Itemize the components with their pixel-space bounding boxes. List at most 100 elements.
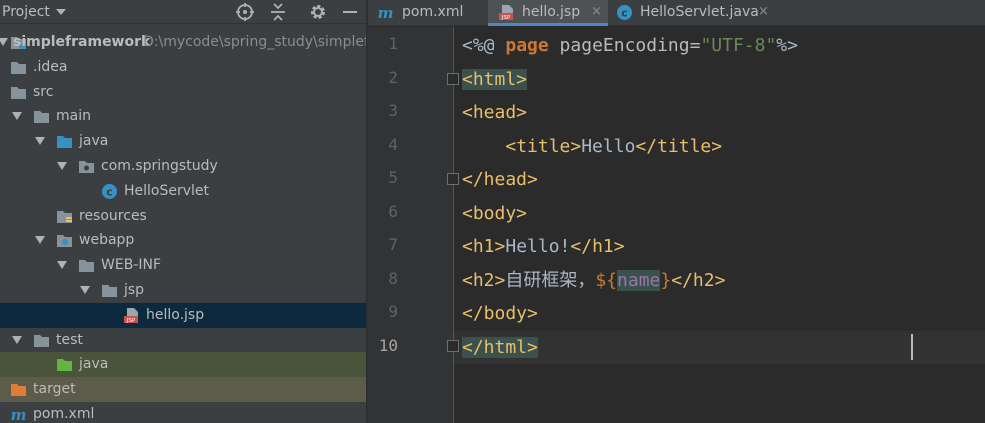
fold-marker-icon[interactable] [447, 73, 459, 85]
java-class-icon: c [102, 183, 117, 199]
tree-item-test-java[interactable]: java [0, 352, 366, 378]
minimize-icon[interactable] [340, 2, 360, 22]
code-token: <%@ [462, 35, 506, 56]
tree-item-label: com.springstudy [101, 158, 218, 174]
tree-item-target[interactable]: target [0, 377, 366, 402]
code-line[interactable]: </body> [462, 300, 538, 328]
line-number: 8 [388, 268, 398, 288]
jsp-file-icon: JSP [124, 307, 138, 324]
tree-item-java[interactable]: java [0, 129, 366, 154]
code-line[interactable]: <html> [462, 66, 528, 94]
tab-pom-xml[interactable]: m pom.xml [368, 0, 488, 26]
code-line[interactable]: <%@ page pageEncoding="UTF-8"%> [462, 32, 798, 60]
chevron-down-icon[interactable] [12, 112, 22, 121]
code-token: <body> [462, 202, 528, 224]
crosshair-icon[interactable] [235, 2, 255, 22]
project-title[interactable]: Project [2, 2, 50, 22]
line-number-current: 10 [378, 335, 398, 355]
line-number: 7 [388, 235, 398, 254]
folder-icon [79, 260, 94, 273]
chevron-down-icon[interactable] [56, 9, 66, 15]
close-icon[interactable]: × [591, 0, 602, 24]
code-token: } [660, 269, 672, 291]
tree-item-com-springstudy[interactable]: com.springstudy [0, 154, 366, 179]
tree-item-jsp[interactable]: jsp [0, 278, 366, 303]
tab-label: pom.xml [402, 4, 464, 20]
tree-item-label: java [79, 133, 109, 150]
code-token: "UTF-8" [700, 35, 777, 56]
collapse-all-icon[interactable] [268, 2, 288, 22]
tree-item-hello-jsp[interactable]: JSP hello.jsp [0, 302, 366, 328]
code-token: name [617, 269, 661, 291]
fold-marker-icon[interactable] [447, 340, 459, 352]
project-header: Project [0, 0, 366, 24]
line-number: 3 [388, 101, 398, 120]
folder-icon [102, 285, 117, 297]
line-number: 1 [388, 34, 398, 53]
code-token: <html> [462, 68, 528, 90]
resources-folder-icon [57, 210, 72, 223]
fold-marker-icon[interactable] [447, 173, 459, 185]
code-token: Hello [581, 135, 636, 157]
tab-hello-jsp[interactable]: JSP hello.jsp × [488, 0, 608, 26]
code-line[interactable]: </head> [462, 166, 538, 194]
tab-label: hello.jsp [522, 4, 581, 20]
maven-icon: m [378, 4, 394, 21]
chevron-down-icon[interactable] [80, 286, 90, 294]
text-caret [911, 334, 913, 360]
tree-item-label: target [33, 381, 76, 398]
code-token: ${ [595, 269, 618, 291]
code-line[interactable]: </html> [462, 334, 538, 362]
tree-item-test[interactable]: test [0, 328, 366, 353]
code-token: </head> [462, 169, 538, 190]
tree-item-helloservlet[interactable]: c HelloServlet [0, 179, 366, 204]
folder-icon [34, 111, 49, 124]
tree-item-main[interactable]: main [0, 104, 366, 129]
code-token: %> [776, 35, 798, 56]
test-folder-icon [57, 359, 72, 372]
jsp-file-icon: JSP [499, 5, 513, 21]
code-token: Hello! [505, 236, 571, 257]
tree-item-pom-xml[interactable]: m pom.xml [0, 402, 366, 423]
tree-item-label: java [79, 356, 109, 373]
svg-text:JSP: JSP [126, 318, 136, 324]
tab-helloservlet-java[interactable]: c HelloServlet.java × [608, 0, 773, 26]
chevron-down-icon[interactable] [57, 162, 67, 170]
code-token: page [505, 35, 549, 56]
line-number: 9 [388, 302, 398, 321]
tree-item-label: main [56, 108, 91, 125]
chevron-down-icon[interactable] [35, 236, 45, 245]
tree-item-idea[interactable]: .idea [0, 55, 366, 80]
folder-icon [11, 61, 26, 74]
tree-item-resources[interactable]: resources [0, 204, 366, 229]
code-line[interactable]: <body> [462, 200, 527, 228]
chevron-down-icon[interactable] [35, 137, 45, 146]
tree-item-src[interactable]: src [0, 80, 366, 105]
tree-item-label: WEB-INF [101, 257, 161, 274]
tree-item-simpleframework[interactable]: simpleframework D:\mycode\spring_study\s… [0, 30, 366, 55]
tree-item-label: hello.jsp [146, 306, 205, 323]
gear-icon[interactable] [308, 2, 328, 22]
close-icon[interactable]: × [758, 0, 769, 24]
tree-item-label: HelloServlet [124, 182, 210, 199]
code-token: </h2> [671, 269, 726, 291]
code-line[interactable]: <h1>Hello!</h1> [462, 233, 625, 261]
folder-icon [34, 334, 49, 347]
web-folder-icon [57, 235, 72, 248]
tree-item-web-inf[interactable]: WEB-INF [0, 253, 366, 278]
tree-item-label: src [33, 83, 54, 100]
code-line[interactable]: <h2>自研框架，${name}</h2> [462, 267, 725, 295]
code-token: <h2> [462, 269, 506, 291]
tree-item-webapp[interactable]: webapp [0, 228, 366, 253]
editor-area: m pom.xml JSP hello.jsp × c HelloServlet… [367, 0, 985, 423]
code-line[interactable]: <title>Hello</title> [462, 133, 722, 161]
tree-item-label: webapp [79, 232, 135, 249]
chevron-down-icon[interactable] [12, 335, 22, 344]
chevron-down-icon[interactable] [57, 261, 67, 270]
code-line[interactable]: <head> [462, 99, 527, 127]
code-token: <title> [505, 135, 582, 157]
chevron-down-icon[interactable] [0, 38, 8, 46]
editor-tabs: m pom.xml JSP hello.jsp × c HelloServlet… [368, 0, 985, 26]
svg-text:c: c [106, 185, 113, 198]
excluded-folder-icon [11, 384, 26, 397]
